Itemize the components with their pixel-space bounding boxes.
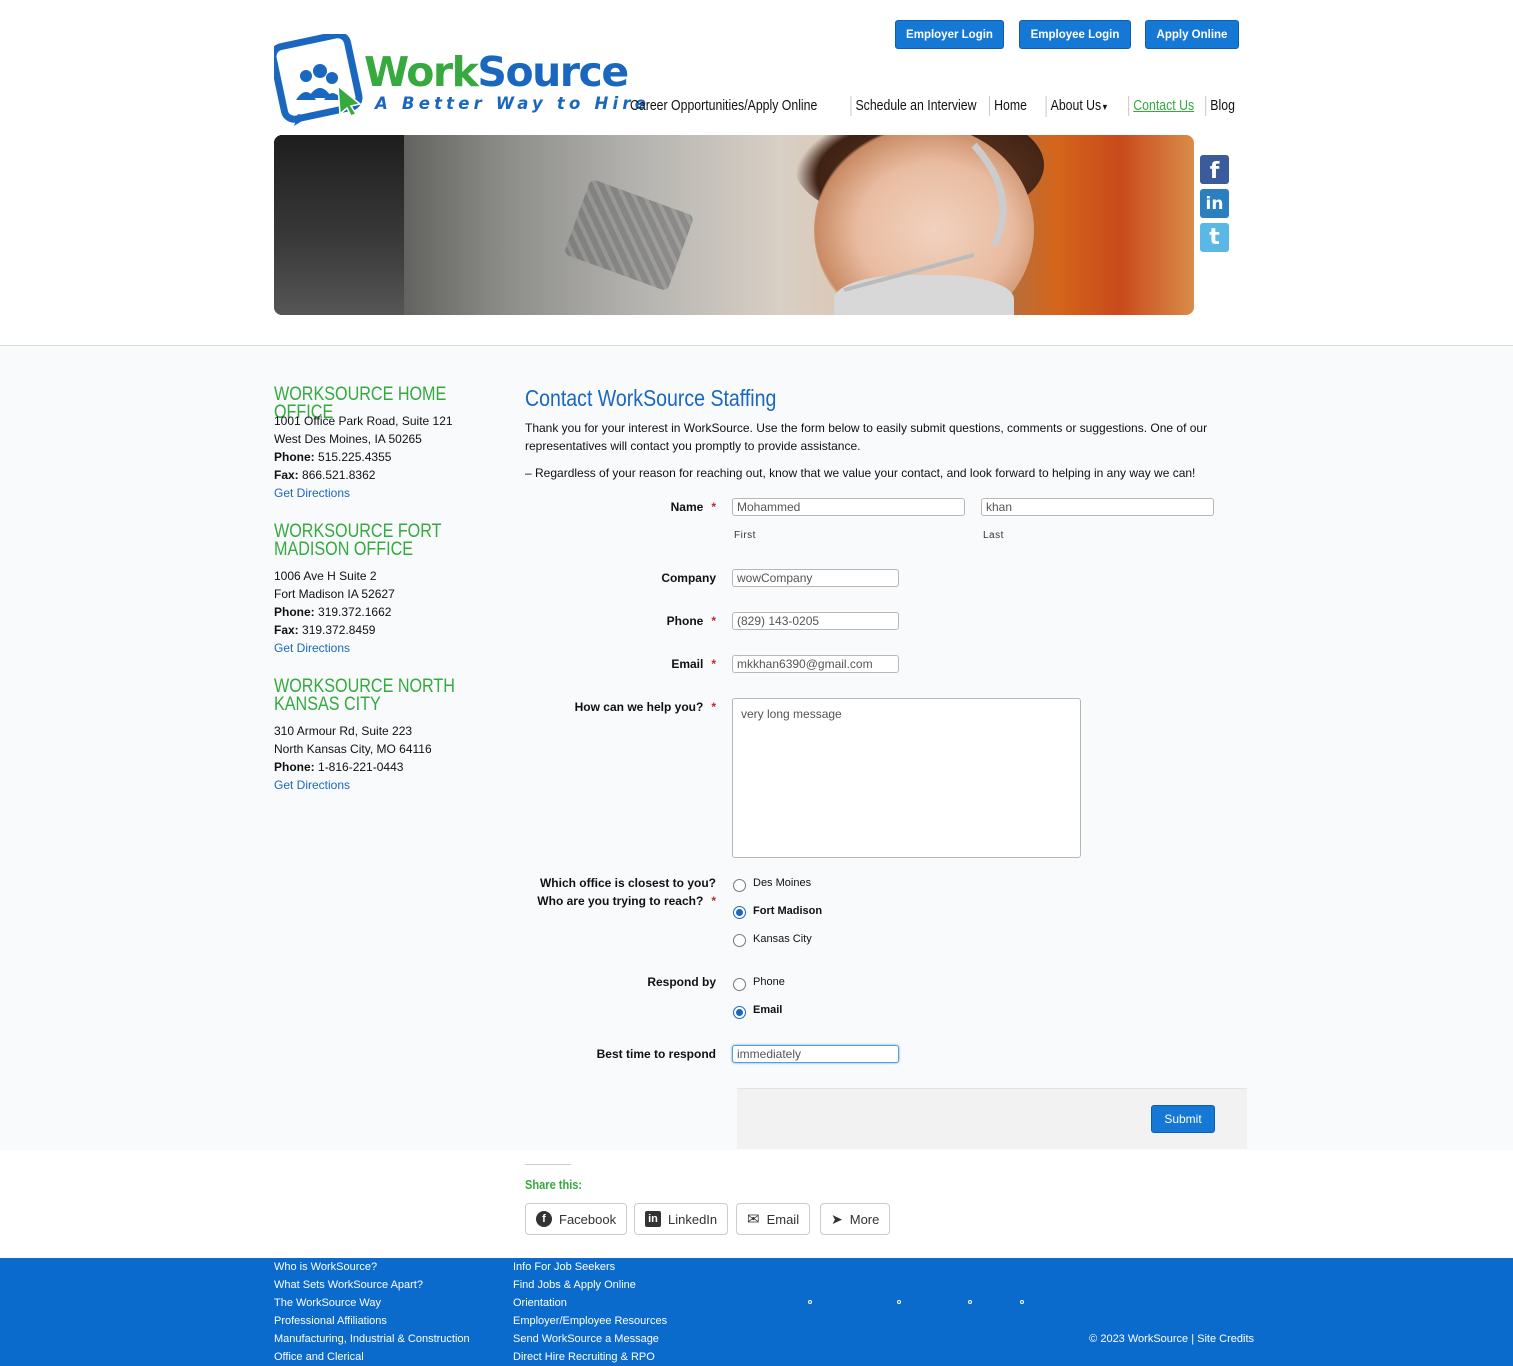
nav-career-opportunities[interactable]: Career Opportunities/Apply Online (626, 96, 822, 116)
radio-respond-phone[interactable] (733, 978, 746, 991)
share-email-label: Email (766, 1211, 800, 1227)
footer-link[interactable]: Orientation (513, 1297, 567, 1309)
respond-label: Respond by (647, 975, 716, 989)
caret-down-icon: ▼ (1101, 101, 1109, 112)
footer-link[interactable]: The WorkSource Way (274, 1297, 381, 1309)
message-textarea[interactable]: very long message (732, 698, 1081, 858)
footer-link[interactable]: Direct Hire Recruiting & RPO (513, 1351, 655, 1363)
office-address-line: 310 Armour Rd, Suite 223 (274, 724, 413, 738)
phone-input[interactable] (732, 612, 899, 630)
footer-link[interactable]: What Sets WorkSource Apart? (274, 1279, 423, 1291)
email-input[interactable] (732, 655, 899, 673)
help-label: How can we help you? * (574, 700, 716, 714)
nav-home[interactable]: Home (989, 96, 1031, 116)
linkedin-icon: in (645, 1211, 661, 1227)
footer-link[interactable]: Manufacturing, Industrial & Construction (274, 1333, 470, 1345)
office-phone: Phone: 319.372.1662 (274, 605, 392, 619)
footer (0, 1258, 1513, 1366)
get-directions-link[interactable]: Get Directions (274, 778, 350, 792)
radio-fort-madison[interactable] (733, 906, 746, 919)
submit-button[interactable]: Submit (1151, 1105, 1215, 1133)
office-phone: Phone: 515.225.4355 (274, 450, 392, 464)
note-text: – Regardless of your reason for reaching… (525, 466, 1196, 480)
radio-label: Phone (753, 976, 785, 988)
nav-blog[interactable]: Blog (1205, 96, 1239, 116)
office-address-line: Fort Madison IA 52627 (274, 587, 395, 601)
footer-bullet-icon (808, 1300, 812, 1304)
hero-image (274, 135, 1194, 315)
share-linkedin-label: LinkedIn (668, 1211, 718, 1227)
first-name-input[interactable] (732, 498, 965, 516)
nav-about-us[interactable]: About Us▼ (1045, 95, 1113, 117)
company-input[interactable] (732, 569, 899, 587)
office-fax: Fax: 319.372.8459 (274, 623, 376, 637)
apply-online-button[interactable]: Apply Online (1145, 20, 1239, 49)
radio-label: Des Moines (753, 877, 812, 889)
get-directions-link[interactable]: Get Directions (274, 641, 350, 655)
page: Employer Login Employee Login Apply Onli… (0, 0, 1513, 1366)
radio-label: Fort Madison (753, 905, 823, 917)
radio-respond-email[interactable] (733, 1006, 746, 1019)
divider (525, 1164, 571, 1165)
best-time-input[interactable] (732, 1045, 899, 1063)
share-more-button[interactable]: ➤ More (820, 1203, 891, 1235)
office-address-line: West Des Moines, IA 50265 (274, 432, 422, 446)
last-sublabel: Last (983, 530, 1004, 541)
logo-wordmark: WorkSource (364, 48, 629, 96)
radio-label: Email (753, 1004, 783, 1016)
twitter-icon[interactable]: t (1200, 223, 1229, 252)
radio-des-moines[interactable] (733, 879, 746, 892)
share-facebook-button[interactable]: f Facebook (525, 1203, 628, 1235)
share-more-label: More (849, 1211, 880, 1227)
share-linkedin-button[interactable]: in LinkedIn (634, 1203, 729, 1235)
last-name-input[interactable] (981, 498, 1214, 516)
office-address-line: 1001 Office Park Road, Suite 121 (274, 414, 453, 428)
footer-bullet-icon (897, 1300, 901, 1304)
best-time-label: Best time to respond (596, 1047, 716, 1061)
email-label: Email * (671, 657, 716, 671)
reach-label: Who are you trying to reach? * (537, 894, 716, 908)
office-address-line: 1006 Ave H Suite 2 (274, 569, 377, 583)
phone-label: Phone * (666, 614, 716, 628)
footer-link[interactable]: Find Jobs & Apply Online (513, 1279, 636, 1291)
footer-bullet-icon (1020, 1300, 1024, 1304)
name-label: Name * (670, 500, 716, 514)
page-title: Contact WorkSource Staffing (525, 385, 777, 411)
copyright[interactable]: © 2023 WorkSource | Site Credits (1089, 1333, 1254, 1345)
get-directions-link[interactable]: Get Directions (274, 486, 350, 500)
share-email-button[interactable]: ✉ Email (736, 1203, 811, 1235)
first-sublabel: First (734, 530, 756, 541)
footer-link[interactable]: Send WorkSource a Message (513, 1333, 659, 1345)
footer-link[interactable]: Office and Clerical (274, 1351, 364, 1363)
footer-link[interactable]: Professional Affiliations (274, 1315, 387, 1327)
linkedin-icon[interactable]: in (1200, 189, 1229, 218)
share-title: Share this: (525, 1177, 583, 1192)
footer-link[interactable]: Info For Job Seekers (513, 1261, 615, 1273)
footer-link[interactable]: Who is WorkSource? (274, 1261, 377, 1273)
office-heading: WORKSOURCE NORTH KANSAS CITY (274, 676, 455, 715)
nav-schedule-interview[interactable]: Schedule an Interview (850, 96, 980, 116)
facebook-icon: f (536, 1211, 552, 1227)
employee-login-button[interactable]: Employee Login (1019, 20, 1131, 49)
employer-login-button[interactable]: Employer Login (895, 20, 1004, 49)
office-phone: Phone: 1-816-221-0443 (274, 760, 404, 774)
office-fax: Fax: 866.521.8362 (274, 468, 376, 482)
footer-bullet-icon (968, 1300, 972, 1304)
share-facebook-label: Facebook (559, 1211, 617, 1227)
footer-link[interactable]: Employer/Employee Resources (513, 1315, 667, 1327)
facebook-icon[interactable]: f (1200, 155, 1229, 184)
office-heading: WORKSOURCE FORT MADISON OFFICE (274, 521, 442, 560)
main-nav: Career Opportunities/Apply Online Schedu… (583, 95, 1239, 117)
intro-text: Thank you for your interest in WorkSourc… (525, 421, 1208, 453)
office-address-line: North Kansas City, MO 64116 (274, 742, 432, 756)
share-icon: ➤ (831, 1211, 843, 1227)
office-label: Which office is closest to you? (539, 876, 716, 890)
nav-contact-us[interactable]: Contact Us (1128, 96, 1198, 116)
company-label: Company (661, 571, 716, 585)
envelope-icon: ✉ (747, 1210, 760, 1228)
radio-label: Kansas City (753, 933, 812, 945)
radio-kansas-city[interactable] (733, 934, 746, 947)
